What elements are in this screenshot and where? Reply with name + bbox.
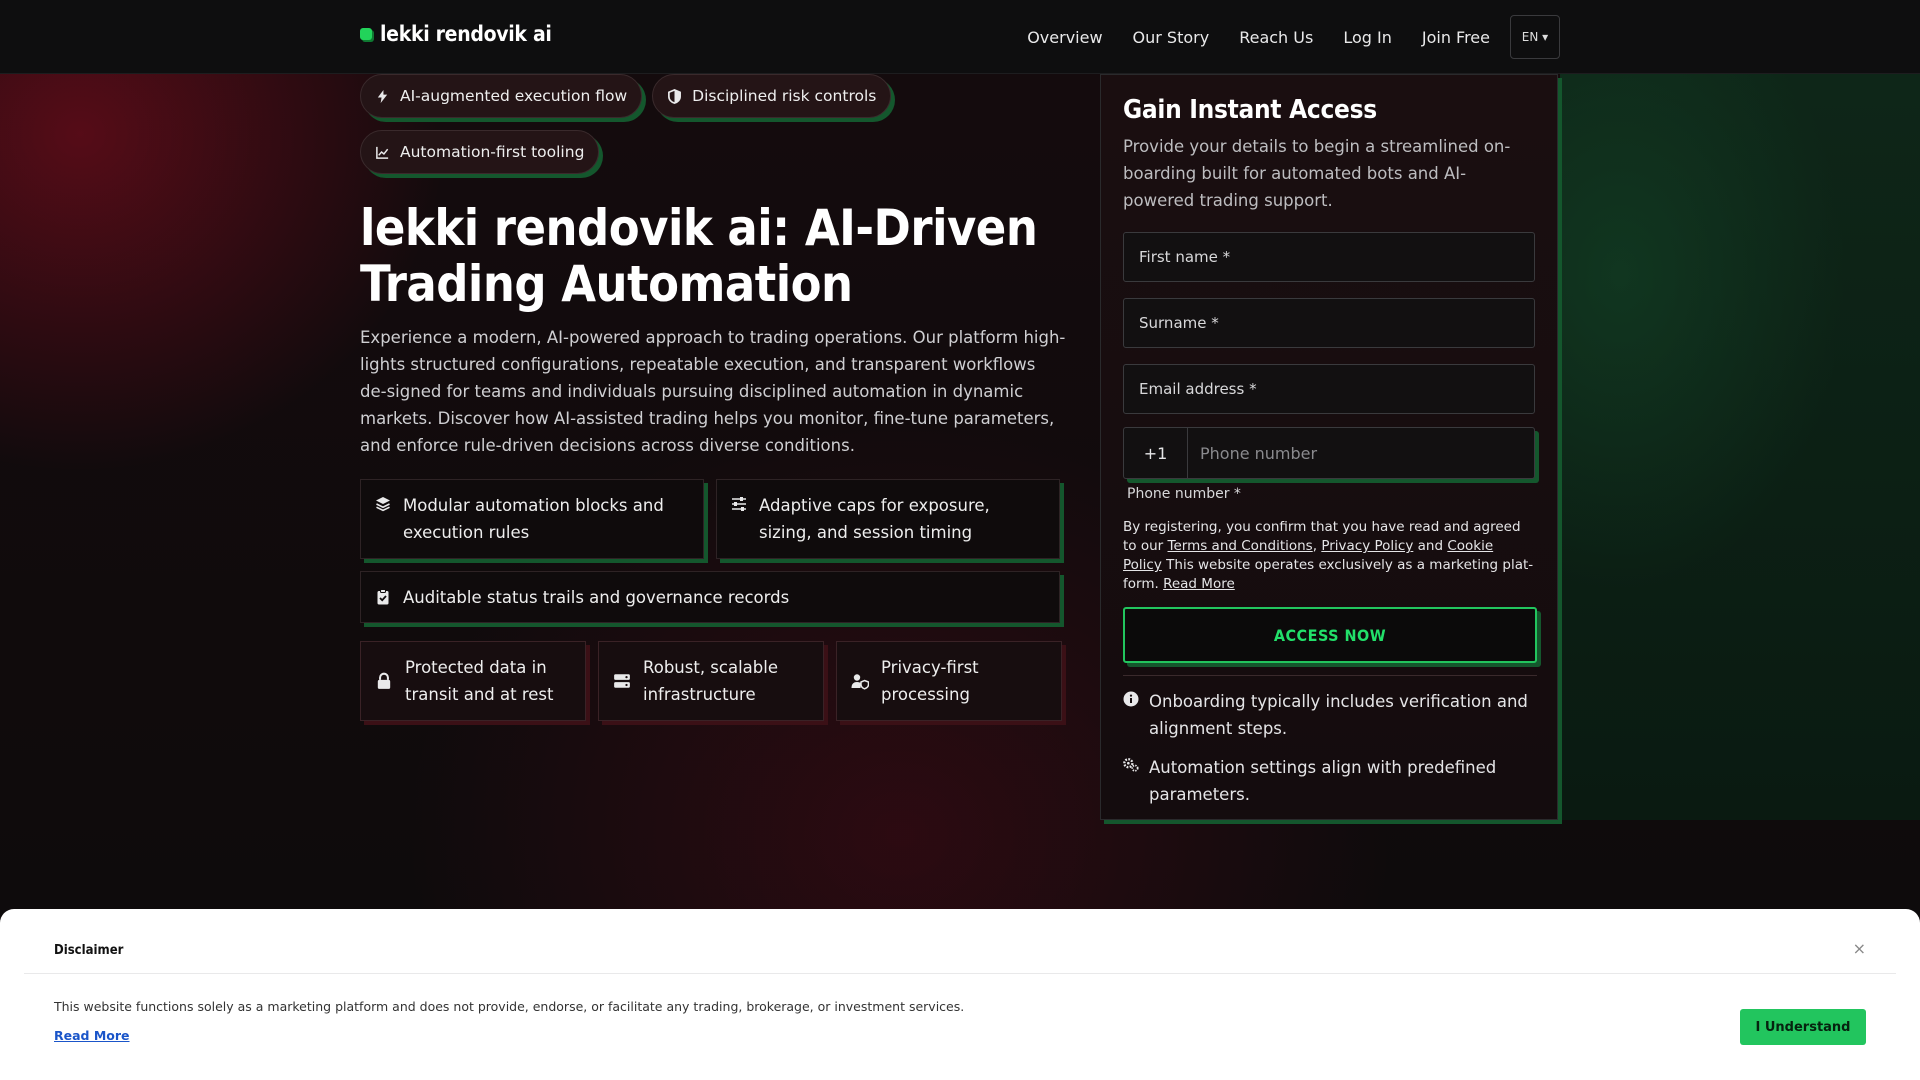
- layers-icon: [376, 497, 390, 512]
- trust-label: Protected data in transit and at rest: [405, 658, 554, 704]
- feature-label: Auditable status trails and governance r…: [403, 587, 790, 607]
- signup-panel: Gain Instant Access Provide your details…: [1100, 74, 1558, 820]
- sliders-icon: [732, 497, 746, 511]
- note-label: Onboarding typically includes verificati…: [1149, 692, 1528, 738]
- first-name-field[interactable]: First name *: [1123, 232, 1535, 282]
- clipboard-check-icon: [377, 589, 389, 605]
- bolt-icon: [377, 89, 388, 103]
- disclaimer-read-more-link[interactable]: Read More: [54, 1028, 130, 1043]
- page-title: lekki rendovik ai: AI-Driven Trading Aut…: [360, 199, 1038, 313]
- hero-section: AI-augmented execution flow Disciplined …: [360, 74, 1066, 721]
- pill-execution-flow: AI-augmented execution flow: [360, 74, 643, 118]
- lock-icon: [377, 672, 391, 689]
- site-header: lekki rendovik ai Overview Our Story Rea…: [0, 0, 1920, 74]
- feature-pills: AI-augmented execution flow Disciplined …: [360, 74, 920, 174]
- trust-card-infrastructure: Robust, scalable infrastructure: [598, 641, 824, 721]
- i-understand-button[interactable]: I Understand: [1740, 1009, 1866, 1045]
- note-label: Automation settings align with predefine…: [1149, 758, 1497, 804]
- trust-card-protected-data: Protected data in transit and at rest: [360, 641, 586, 721]
- terms-link[interactable]: Terms and Conditions: [1168, 538, 1313, 554]
- form-divider: [1123, 675, 1537, 676]
- feature-label: Modular automation blocks and execution …: [403, 496, 664, 542]
- disclaimer-divider: [24, 973, 1896, 974]
- shield-icon: [668, 88, 682, 104]
- brand-name: lekki rendovik ai: [380, 22, 552, 46]
- disclaimer-banner: Disclaimer × This website functions sole…: [0, 909, 1920, 1080]
- legal-read-more-link[interactable]: Read More: [1163, 576, 1235, 592]
- trust-label: Privacy-first processing: [881, 658, 979, 704]
- server-icon: [614, 674, 630, 688]
- email-field[interactable]: Email address *: [1123, 364, 1535, 414]
- nav-join-free[interactable]: Join Free: [1422, 28, 1490, 47]
- user-shield-icon: [851, 674, 869, 690]
- feature-card-adaptive-caps: Adaptive caps for exposure, sizing, and …: [716, 479, 1060, 559]
- phone-number-label: Phone number *: [1127, 486, 1241, 502]
- access-now-button[interactable]: ACCESS NOW: [1123, 607, 1537, 663]
- disclaimer-text: This website functions solely as a marke…: [54, 999, 965, 1014]
- hero-description: Experience a modern, AI-powered approach…: [360, 328, 1066, 455]
- phone-number-field[interactable]: Phone number: [1188, 428, 1534, 478]
- disclaimer-title: Disclaimer: [54, 943, 124, 958]
- feature-card-audit: Auditable status trails and governance r…: [360, 571, 1060, 623]
- main-nav: Overview Our Story Reach Us Log In Join …: [1027, 15, 1560, 59]
- trust-cards: Protected data in transit and at rest Ro…: [360, 641, 1066, 721]
- settings-note: Automation settings align with predefine…: [1123, 754, 1535, 808]
- pill-automation-tooling: Automation-first tooling: [360, 130, 600, 174]
- feature-cards: Modular automation blocks and execution …: [360, 479, 1066, 559]
- form-subtitle: Provide your details to begin a streamli…: [1123, 137, 1511, 210]
- phone-country-code[interactable]: +1: [1124, 428, 1188, 478]
- form-title: Gain Instant Access: [1123, 95, 1377, 125]
- legal-and: and: [1417, 538, 1444, 554]
- privacy-link[interactable]: Privacy Policy: [1321, 538, 1413, 554]
- nav-reach-us[interactable]: Reach Us: [1239, 28, 1313, 47]
- feature-label: Adaptive caps for exposure, sizing, and …: [759, 496, 990, 542]
- onboarding-note: Onboarding typically includes verificati…: [1123, 688, 1535, 742]
- info-icon: [1123, 691, 1139, 707]
- trust-label: Robust, scalable infrastructure: [643, 658, 778, 704]
- gears-icon: [1123, 758, 1139, 772]
- page-background-accent: [1560, 74, 1920, 820]
- logo-mark-icon: [360, 28, 372, 40]
- nav-our-story[interactable]: Our Story: [1133, 28, 1210, 47]
- pill-label: Disciplined risk controls: [692, 87, 877, 105]
- pill-label: Automation-first tooling: [400, 143, 585, 161]
- logo[interactable]: lekki rendovik ai: [360, 22, 552, 46]
- close-icon[interactable]: ×: [1853, 939, 1866, 958]
- nav-overview[interactable]: Overview: [1027, 28, 1102, 47]
- trust-card-privacy: Privacy-first processing: [836, 641, 1062, 721]
- chart-line-icon: [376, 146, 389, 159]
- feature-card-modular: Modular automation blocks and execution …: [360, 479, 704, 559]
- pill-risk-controls: Disciplined risk controls: [652, 74, 892, 118]
- nav-log-in[interactable]: Log In: [1343, 28, 1392, 47]
- phone-input-group: +1 Phone number: [1123, 427, 1535, 479]
- language-select[interactable]: EN ▾: [1510, 15, 1560, 59]
- pill-label: AI-augmented execution flow: [400, 87, 628, 105]
- legal-notice: By registering, you confirm that you hav…: [1123, 519, 1534, 592]
- surname-field[interactable]: Surname *: [1123, 298, 1535, 348]
